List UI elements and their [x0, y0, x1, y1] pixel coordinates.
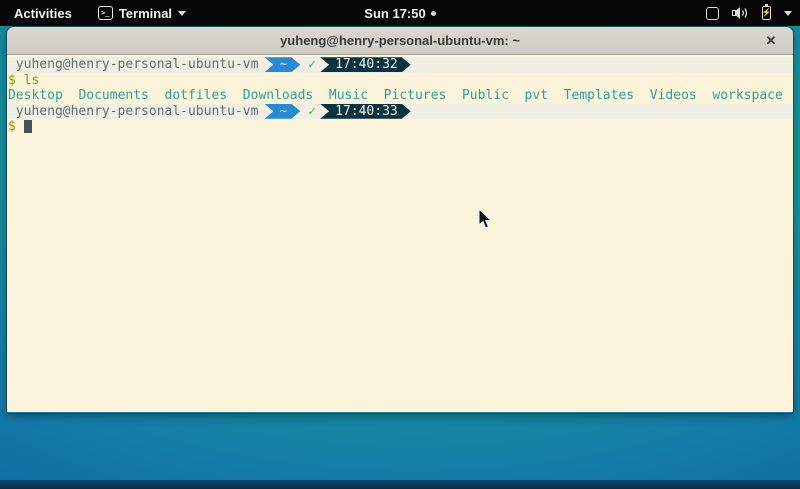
directory-name: Videos [650, 88, 697, 104]
notification-dot-icon [431, 11, 436, 16]
directory-name: Pictures [384, 88, 447, 104]
cwd-segment: ~ [264, 57, 300, 72]
command-line: $ ls [8, 73, 793, 89]
current-input-line[interactable]: $ [8, 119, 793, 135]
clock-button[interactable]: Sun 17:50 [364, 6, 435, 21]
top-bar: Activities >_ Terminal Sun 17:50 ⚡ [0, 0, 800, 26]
terminal-window: yuheng@henry-personal-ubuntu-vm: ~ ✕ yuh… [7, 27, 793, 413]
shell-prompt: $ [8, 119, 16, 135]
directory-name: Desktop [8, 88, 63, 104]
directory-name: Documents [78, 88, 148, 104]
directory-name: pvt [525, 88, 548, 104]
directory-name: Public [462, 88, 509, 104]
prompt-line-2: yuheng@henry-personal-ubuntu-vm ~ ✓ 17:4… [8, 104, 793, 120]
system-tray-menu[interactable]: ⚡ [706, 0, 792, 26]
time-segment: 17:40:32 [320, 57, 411, 72]
wallpaper-bottom-shade [0, 480, 800, 489]
status-check-icon: ✓ [308, 104, 316, 120]
text-cursor [24, 120, 32, 133]
chevron-down-icon [784, 11, 792, 16]
app-menu-label: Terminal [119, 6, 172, 21]
clock-label: Sun 17:50 [364, 6, 425, 21]
time-segment: 17:40:33 [320, 104, 411, 119]
volume-icon [732, 6, 749, 20]
terminal-icon: >_ [98, 6, 113, 20]
chevron-down-icon [178, 11, 186, 16]
directory-name: Templates [564, 88, 634, 104]
terminal-content[interactable]: yuheng@henry-personal-ubuntu-vm ~ ✓ 17:4… [7, 55, 793, 412]
prompt-line-1: yuheng@henry-personal-ubuntu-vm ~ ✓ 17:4… [8, 57, 793, 73]
window-titlebar[interactable]: yuheng@henry-personal-ubuntu-vm: ~ ✕ [7, 27, 793, 55]
directory-name: dotfiles [165, 88, 228, 104]
ls-output-line: Desktop Documents dotfiles Downloads Mus… [8, 88, 793, 104]
command-text: ls [24, 73, 40, 89]
shell-prompt: $ [8, 73, 16, 89]
directory-name: workspace [712, 88, 782, 104]
cwd-segment: ~ [264, 104, 300, 119]
directory-name: Downloads [243, 88, 313, 104]
user-host-text: yuheng@henry-personal-ubuntu-vm [8, 57, 258, 73]
window-title: yuheng@henry-personal-ubuntu-vm: ~ [280, 33, 520, 48]
app-menu-terminal[interactable]: >_ Terminal [98, 6, 186, 21]
user-host-text: yuheng@henry-personal-ubuntu-vm [8, 104, 258, 120]
screen-icon [706, 7, 719, 20]
battery-charging-icon: ⚡ [762, 6, 771, 20]
directory-name: Music [329, 88, 368, 104]
close-button[interactable]: ✕ [759, 27, 783, 55]
activities-button[interactable]: Activities [10, 6, 76, 21]
status-check-icon: ✓ [308, 57, 316, 73]
